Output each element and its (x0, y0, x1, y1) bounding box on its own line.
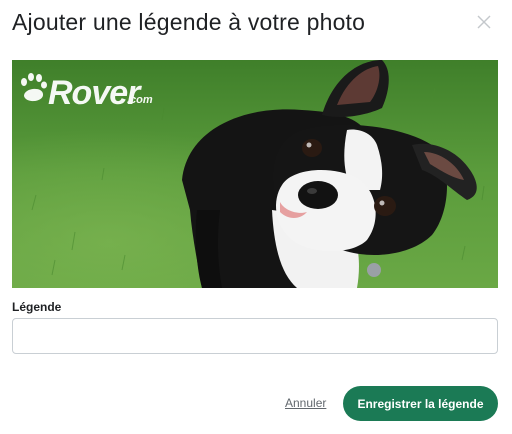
caption-input[interactable] (12, 318, 498, 354)
save-caption-button[interactable]: Enregistrer la légende (343, 386, 498, 421)
cancel-link[interactable]: Annuler (285, 396, 326, 410)
svg-text:Rover: Rover (48, 74, 142, 112)
close-icon[interactable] (475, 13, 493, 31)
add-caption-dialog: Ajouter une légende à votre photo Rover … (0, 0, 512, 434)
caption-label: Légende (12, 300, 62, 314)
dog-photo: Rover .com (12, 60, 498, 288)
dialog-title: Ajouter une légende à votre photo (12, 9, 366, 35)
svg-text:.com: .com (127, 94, 153, 106)
